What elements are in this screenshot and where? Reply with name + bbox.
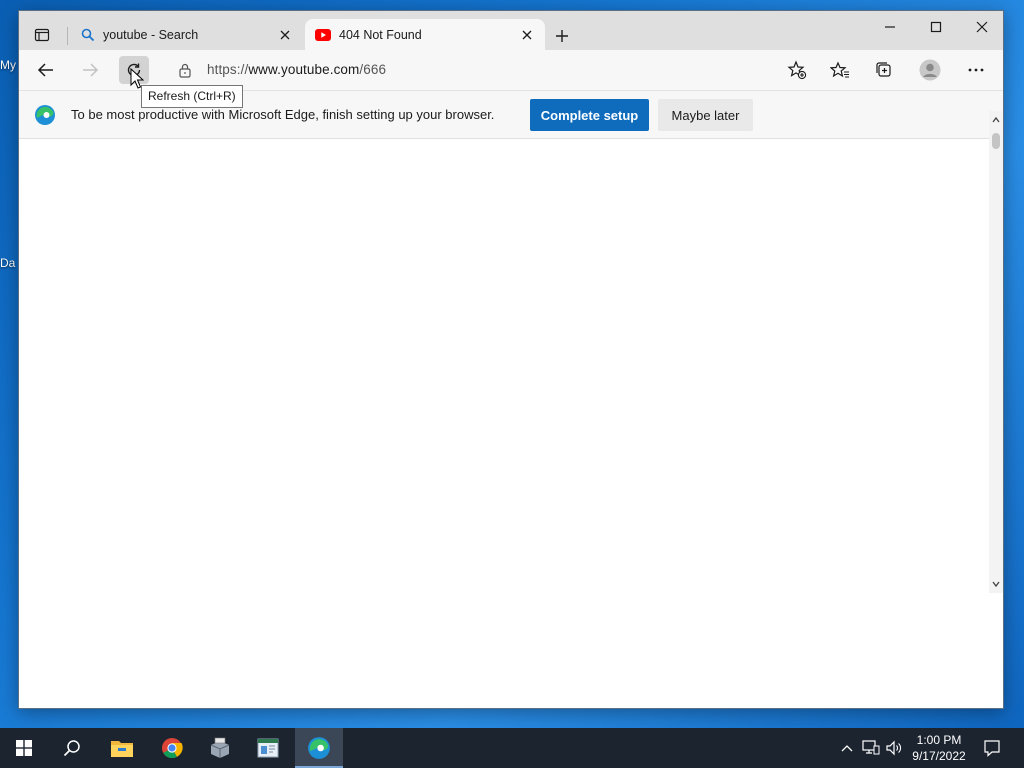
volume-button[interactable] [884,738,904,758]
search-icon [81,28,95,41]
speaker-icon [886,740,901,756]
tab-close-button[interactable] [519,27,535,43]
network-button[interactable] [861,738,881,758]
star-add-icon [787,60,807,80]
clock-date: 9/17/2022 [912,749,966,763]
chevron-up-icon[interactable] [991,115,1001,125]
tab-separator [67,27,68,45]
complete-setup-button[interactable]: Complete setup [530,99,649,131]
desktop-icon-label: My [0,58,16,72]
tab-title: youtube - Search [103,27,199,42]
tab-youtube-search[interactable]: youtube - Search [71,19,303,50]
browser-window: youtube - Search 404 Not Found https://w… [18,10,1004,709]
minimize-button[interactable] [867,13,913,41]
network-icon [862,740,880,755]
taskbar-edge[interactable] [295,728,343,768]
infobar-message: To be most productive with Microsoft Edg… [71,107,495,122]
scrollbar-thumb[interactable] [992,133,1000,149]
favorites-icon [830,61,849,78]
collections-icon [876,62,891,77]
taskbar: 1:00 PM 9/17/2022 [0,728,1024,768]
taskbar-app-window[interactable] [244,728,292,768]
tab-title: 404 Not Found [339,27,422,42]
chevron-up-icon [841,745,853,752]
tab-404-not-found[interactable]: 404 Not Found [305,19,545,50]
close-icon [976,21,988,33]
maximize-button[interactable] [913,13,959,41]
search-icon [63,740,80,757]
desktop-icon-label: Da [0,256,16,270]
url-path: /666 [359,62,387,77]
taskbar-search-button[interactable] [48,728,96,768]
settings-more-button[interactable] [961,56,991,84]
notifications-button[interactable] [982,738,1002,758]
folder-icon [111,741,133,757]
chrome-icon [162,738,183,759]
vertical-scrollbar[interactable] [989,111,1003,593]
close-window-button[interactable] [959,13,1003,41]
forward-button[interactable] [75,56,105,84]
start-button[interactable] [0,728,48,768]
plus-icon [556,30,568,42]
collections-button[interactable] [869,56,899,84]
tab-actions-button[interactable] [27,22,57,48]
address-url[interactable]: https://www.youtube.com/666 [207,62,386,77]
taskbar-clock[interactable]: 1:00 PM 9/17/2022 [904,732,974,764]
tab-actions-icon [34,28,50,42]
back-button[interactable] [31,56,61,84]
show-hidden-icons-button[interactable] [837,738,857,758]
chevron-down-icon[interactable] [991,579,1001,589]
favorites-button[interactable] [825,56,855,84]
notification-icon [984,740,1000,757]
maybe-later-button[interactable]: Maybe later [658,99,753,131]
taskbar-app-package[interactable] [196,728,244,768]
title-bar: youtube - Search 404 Not Found [19,11,1003,50]
edge-logo-icon [308,737,330,759]
mouse-cursor-icon [130,68,144,89]
minimize-icon [885,26,895,28]
more-icon [968,68,984,72]
arrow-left-icon [37,63,53,77]
page-content [19,140,1003,708]
close-icon [280,30,290,39]
maximize-icon [930,21,942,33]
new-tab-button[interactable] [551,25,573,47]
url-scheme: https:// [207,62,249,77]
close-icon [522,30,532,39]
avatar-icon [919,59,941,81]
package-icon [210,737,230,758]
tab-close-button[interactable] [277,27,293,43]
windows-logo-icon [16,740,32,756]
lock-icon[interactable] [177,62,193,78]
edge-logo-icon [35,105,55,125]
url-host: www.youtube.com [248,62,360,77]
profile-button[interactable] [915,56,945,84]
taskbar-file-explorer[interactable] [98,728,146,768]
address-bar[interactable]: https://www.youtube.com/666 [165,55,815,85]
app-window-icon [257,738,279,758]
clock-time: 1:00 PM [916,733,962,747]
arrow-right-icon [83,63,99,77]
refresh-tooltip: Refresh (Ctrl+R) [141,85,243,108]
taskbar-chrome[interactable] [148,728,196,768]
add-favorite-button[interactable] [785,58,809,82]
youtube-icon [315,28,331,41]
